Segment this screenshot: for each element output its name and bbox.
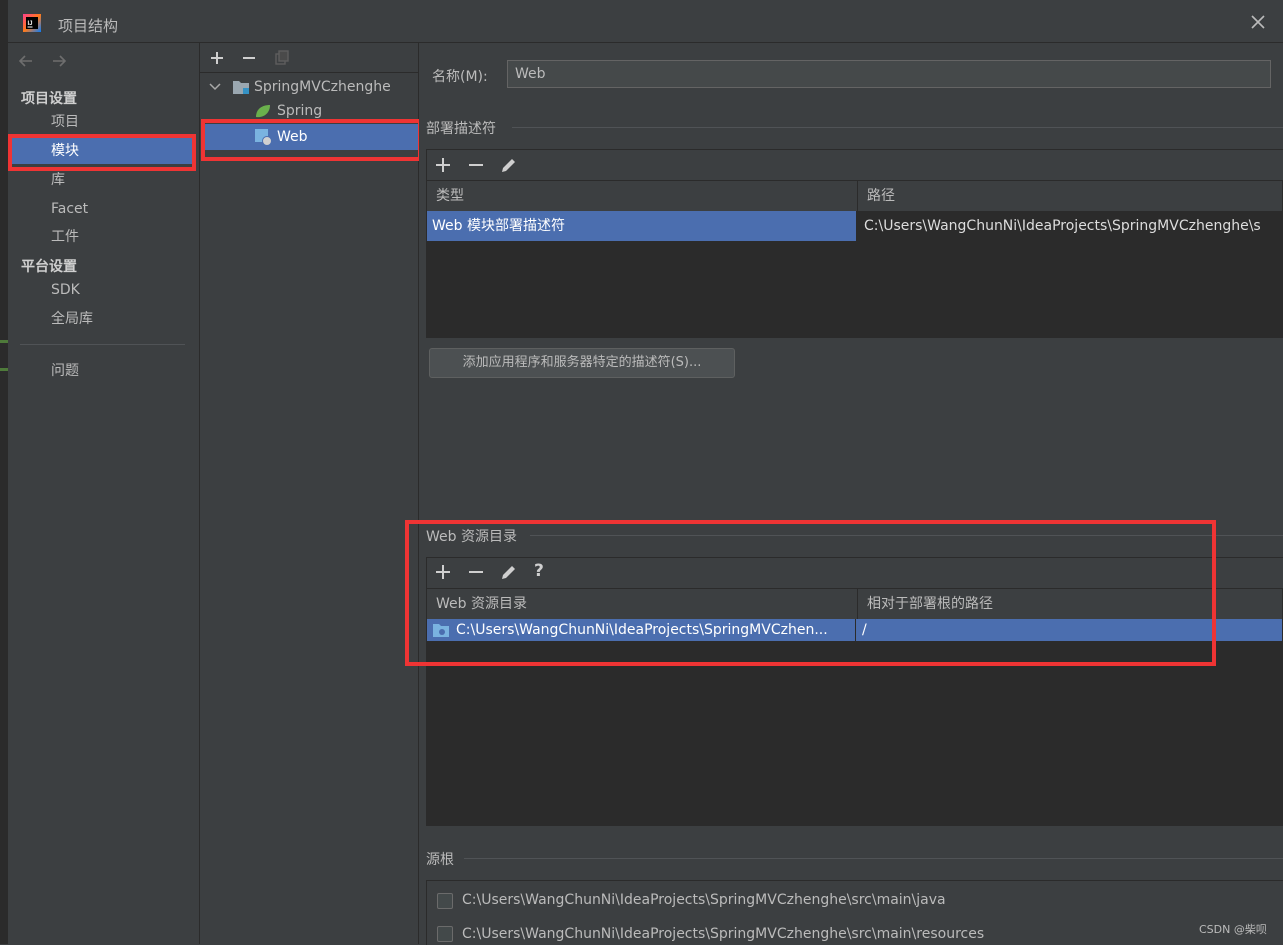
- remove-descriptor-icon[interactable]: [466, 155, 486, 175]
- highlight-box-web-resources: [405, 520, 1216, 666]
- descriptor-path-cell[interactable]: C:\Users\WangChunNi\IdeaProjects\SpringM…: [858, 211, 1283, 241]
- back-arrow-icon[interactable]: [16, 51, 36, 71]
- highlight-box-web: [201, 119, 422, 161]
- column-header-type[interactable]: 类型: [427, 181, 858, 211]
- descriptors-section-line: [512, 127, 1283, 128]
- nav-divider: [20, 344, 185, 345]
- name-label: 名称(M):: [432, 69, 488, 85]
- source-root-checkbox[interactable]: [437, 926, 453, 942]
- add-descriptor-icon[interactable]: [433, 155, 453, 175]
- copy-icon[interactable]: [273, 49, 291, 67]
- spring-leaf-icon: [256, 105, 270, 118]
- add-icon[interactable]: [208, 49, 226, 67]
- platform-settings-header: 平台设置: [21, 259, 77, 275]
- descriptor-type-cell[interactable]: Web 模块部署描述符: [427, 211, 856, 241]
- source-roots-section-line: [464, 858, 1283, 859]
- svg-text:IJ: IJ: [28, 21, 33, 27]
- remove-icon[interactable]: [240, 49, 258, 67]
- nav-item-sdk[interactable]: SDK: [12, 277, 192, 303]
- module-tree-panel: [200, 43, 419, 944]
- descriptors-toolbar: [426, 149, 1283, 180]
- source-root-resources[interactable]: C:\Users\WangChunNi\IdeaProjects\SpringM…: [462, 926, 984, 942]
- nav-item-project[interactable]: 项目: [12, 109, 192, 135]
- descriptors-table-header: 类型 路径: [427, 181, 1282, 211]
- column-header-path[interactable]: 路径: [858, 181, 1283, 211]
- nav-item-problems[interactable]: 问题: [12, 358, 192, 384]
- descriptors-table: 类型 路径 Web 模块部署描述符 C:\Users\WangChunNi\Id…: [426, 180, 1283, 338]
- module-folder-icon: [233, 81, 249, 94]
- background-ide-edge: [0, 0, 8, 944]
- nav-item-facets[interactable]: Facet: [12, 196, 192, 222]
- title-bar: [8, 0, 1283, 43]
- edit-descriptor-icon[interactable]: [499, 155, 519, 175]
- source-root-checkbox[interactable]: [437, 893, 453, 909]
- forward-arrow-icon[interactable]: [49, 51, 69, 71]
- close-icon[interactable]: [1248, 12, 1268, 32]
- nav-item-artifacts[interactable]: 工件: [12, 224, 192, 250]
- source-roots-section-title: 源根: [426, 852, 454, 868]
- source-root-java[interactable]: C:\Users\WangChunNi\IdeaProjects\SpringM…: [462, 892, 946, 908]
- window-title: 项目结构: [58, 17, 119, 35]
- project-settings-header: 项目设置: [21, 91, 77, 107]
- intellij-app-icon: IJ: [23, 14, 41, 32]
- descriptors-section-title: 部署描述符: [426, 121, 496, 137]
- name-input[interactable]: Web: [507, 60, 1271, 88]
- watermark: CSDN @柴呗: [1199, 923, 1267, 936]
- add-server-descriptor-button[interactable]: 添加应用程序和服务器特定的描述符(S)...: [429, 348, 735, 378]
- tree-toolbar-divider: [200, 72, 418, 73]
- chevron-down-icon[interactable]: [208, 80, 222, 94]
- tree-root-label[interactable]: SpringMVCzhenghe: [254, 75, 391, 99]
- nav-item-global-libraries[interactable]: 全局库: [12, 306, 192, 332]
- highlight-box-modules: [8, 134, 196, 171]
- table-row[interactable]: Web 模块部署描述符 C:\Users\WangChunNi\IdeaProj…: [427, 211, 1283, 241]
